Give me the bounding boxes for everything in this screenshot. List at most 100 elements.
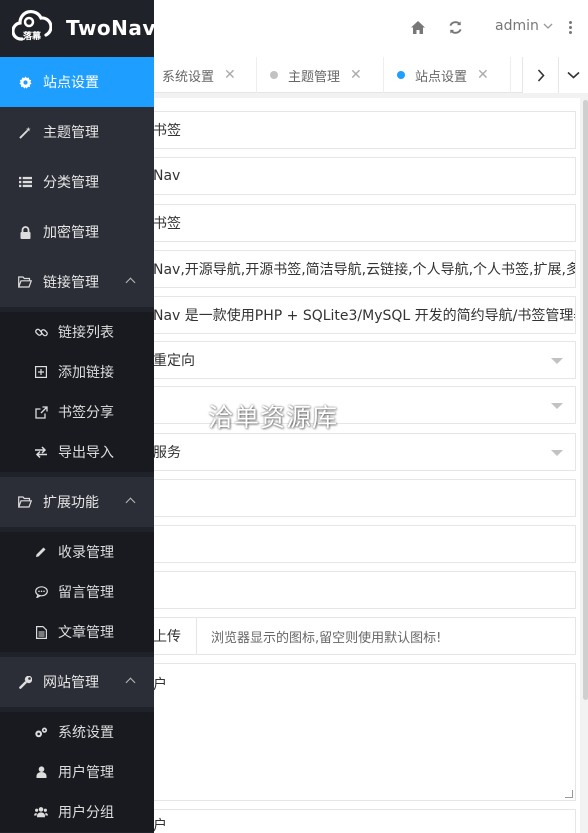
custom-textarea[interactable]: 户 <box>140 663 576 801</box>
sidebar-subitem-label: 添加链接 <box>58 365 114 381</box>
sidebar-subitem-link-list[interactable]: 链接列表 <box>0 312 154 352</box>
site-subtitle-input[interactable]: 书签 <box>140 204 576 242</box>
chevron-down-icon <box>543 23 553 29</box>
resize-handle[interactable] <box>565 790 573 798</box>
site-keywords-input[interactable]: Nav,开源导航,开源书签,简洁导航,云链接,个人导航,个人书签,扩展,多用户 <box>140 250 576 288</box>
select-value: 重定向 <box>153 353 195 369</box>
site-logo-text-input[interactable]: Nav <box>140 157 576 195</box>
sidebar-item-label: 分类管理 <box>43 175 99 191</box>
site-description-input[interactable]: Nav 是一款使用PHP + SQLite3/MySQL 开发的简约导航/书签管… <box>140 296 576 334</box>
sidebar-item-label: 主题管理 <box>43 125 99 141</box>
site-title-input[interactable]: 书签 <box>140 111 576 149</box>
sidebar-subitem-label: 用户管理 <box>58 765 114 781</box>
sidebar-subitem-submission-manage[interactable]: 收录管理 <box>0 532 154 572</box>
text-input-1[interactable] <box>140 479 576 517</box>
sidebar-subitem-label: 用户分组 <box>58 805 114 821</box>
tab-label: 站点设置 <box>415 69 468 85</box>
tab-system-settings[interactable]: 系统设置 ✕ <box>150 57 257 93</box>
sidebar-item-site-manage[interactable]: 网站管理 <box>0 657 154 707</box>
sidebar-item-site-settings[interactable]: 站点设置 <box>0 57 154 107</box>
sidebar-subitem-export-import[interactable]: 导出导入 <box>0 432 154 472</box>
sidebar-item-label: 站点设置 <box>43 75 99 91</box>
user-name: admin <box>495 18 539 34</box>
list-icon <box>18 175 32 189</box>
sidebar-subitem-label: 书签分享 <box>58 405 114 421</box>
tabs-menu-button[interactable] <box>558 57 588 93</box>
input-value: 户 <box>153 817 167 833</box>
sidebar-item-category-manage[interactable]: 分类管理 <box>0 157 154 207</box>
tab-label: 主题管理 <box>288 69 341 85</box>
option-select[interactable] <box>140 386 576 424</box>
chevron-right-icon <box>537 68 545 82</box>
sidebar-item-label: 链接管理 <box>43 275 99 291</box>
refresh-icon[interactable] <box>444 16 466 38</box>
sidebar-subitem-label: 导出导入 <box>58 445 114 461</box>
chevron-down-icon <box>567 71 580 79</box>
service-select[interactable]: 服务 <box>140 433 576 471</box>
svg-text:落幕: 落幕 <box>23 30 42 42</box>
tab-site-settings[interactable]: 站点设置 ✕ <box>385 57 511 93</box>
tab-dot <box>270 71 278 79</box>
chevron-up-icon <box>125 677 136 688</box>
lock-icon <box>18 225 32 239</box>
tabs-scroll-right-button[interactable] <box>522 57 558 93</box>
link-icon <box>34 325 48 339</box>
sidebar-subitem-label: 链接列表 <box>58 325 114 341</box>
user-menu[interactable]: admin <box>495 18 553 34</box>
app-name: TwoNav <box>66 16 156 40</box>
sidebar-subitem-label: 收录管理 <box>58 545 114 561</box>
sidebar-subitem-label: 留言管理 <box>58 585 114 601</box>
tab-theme-manage[interactable]: 主题管理 ✕ <box>258 57 384 93</box>
page-scrollbar[interactable] <box>583 100 588 700</box>
sidebar-subitem-label: 文章管理 <box>58 625 114 641</box>
share-icon <box>34 405 48 419</box>
sidebar-item-encrypt-manage[interactable]: 加密管理 <box>0 207 154 257</box>
sidebar: 落幕 TwoNav 站点设置 主题管理 分类管理 加密管理 链接管理 链接列表 … <box>0 0 156 833</box>
favicon-upload-field: 上传 浏览器显示的图标,留空则使用默认图标! <box>140 617 576 655</box>
sidebar-item-extensions[interactable]: 扩展功能 <box>0 477 154 527</box>
sidebar-subitem-user-manage[interactable]: 用户管理 <box>0 752 154 792</box>
close-icon[interactable]: ✕ <box>350 67 362 83</box>
favicon-input[interactable]: 浏览器显示的图标,留空则使用默认图标! <box>197 627 441 646</box>
comment-icon <box>34 585 48 599</box>
sidebar-subitem-system-settings[interactable]: 系统设置 <box>0 712 154 752</box>
magic-wand-icon <box>18 125 32 139</box>
text-input-3[interactable] <box>140 571 576 609</box>
sidebar-item-theme-manage[interactable]: 主题管理 <box>0 107 154 157</box>
home-icon[interactable] <box>407 16 429 38</box>
exchange-icon <box>34 445 48 459</box>
document-icon <box>34 625 48 639</box>
more-vertical-icon[interactable] <box>563 15 577 39</box>
folder-open-icon <box>18 275 32 289</box>
folder-open-icon <box>18 495 32 509</box>
chevron-up-icon <box>125 497 136 508</box>
plus-square-icon <box>34 365 48 379</box>
users-icon <box>34 805 48 819</box>
close-icon[interactable]: ✕ <box>224 67 236 83</box>
input-value: 书签 <box>153 216 181 232</box>
user-icon <box>34 765 48 779</box>
logo-cloud-icon: 落幕 <box>12 10 52 42</box>
logo-bar[interactable]: 落幕 TwoNav <box>0 0 156 57</box>
sidebar-subitem-message-manage[interactable]: 留言管理 <box>0 572 154 612</box>
sidebar-subitem-bookmark-share[interactable]: 书签分享 <box>0 392 154 432</box>
sidebar-item-label: 扩展功能 <box>43 495 99 511</box>
gears-icon <box>34 725 48 739</box>
chevron-up-icon <box>125 277 136 288</box>
sidebar-item-label: 加密管理 <box>43 225 99 241</box>
input-value: Nav <box>153 168 181 184</box>
sidebar-item-link-manage[interactable]: 链接管理 <box>0 257 154 307</box>
bottom-input[interactable]: 户 <box>140 809 576 833</box>
sidebar-subitem-user-group[interactable]: 用户分组 <box>0 792 154 832</box>
sidebar-item-label: 网站管理 <box>43 675 99 691</box>
input-value: 书签 <box>153 123 181 139</box>
sidebar-subitem-add-link[interactable]: 添加链接 <box>0 352 154 392</box>
close-icon[interactable]: ✕ <box>477 67 489 83</box>
pencil-icon <box>34 545 48 559</box>
sidebar-subitem-label: 系统设置 <box>58 725 114 741</box>
sidebar-subitem-article-manage[interactable]: 文章管理 <box>0 612 154 652</box>
input-value: Nav 是一款使用PHP + SQLite3/MySQL 开发的简约导航/书签管… <box>153 308 576 324</box>
link-mode-select[interactable]: 重定向 <box>140 341 576 379</box>
textarea-value: 户 <box>153 677 167 693</box>
text-input-2[interactable] <box>140 525 576 563</box>
